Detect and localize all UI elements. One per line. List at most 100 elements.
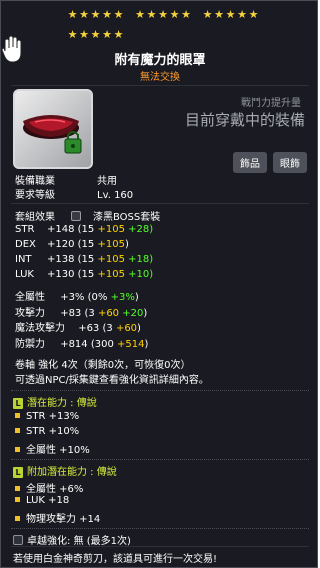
stat-name: 防禦力 [15, 339, 45, 350]
stat-flame-bonus: ) [124, 239, 129, 250]
stat-scroll-bonus: +60 [97, 308, 120, 319]
legendary-badge-icon: L [13, 467, 23, 478]
scissors-note: 若使用白金神奇剪刀，該道具可進行一次交易! [13, 554, 218, 565]
star-group: ★ ★ ★ ★ ★ [67, 29, 125, 43]
star-icon: ★ [146, 8, 157, 21]
upgrade-line: 卷軸 強化 4次（剩餘0次，可恢復0次） [15, 360, 191, 371]
trade-status: 無法交換 [140, 72, 180, 83]
divider [11, 85, 309, 86]
stat-base: (3 [84, 308, 98, 319]
additional-potential-line: 物理攻擊力 +14 [15, 510, 100, 525]
stat-flame-bonus: +20 [119, 308, 144, 319]
additional-potential-line-text: LUK +18 [26, 495, 70, 506]
star-row: ★ ★ ★ ★ ★ ★ ★ ★ ★ ★ ★ ★ ★ ★ ★ [67, 9, 267, 23]
bullet-icon [15, 428, 20, 433]
stat-close: ) [134, 292, 139, 303]
set-effect-row: 套組效果 漆黑BOSS套裝 [15, 208, 160, 223]
job-row: 裝備職業 共用 [15, 172, 117, 187]
potential-line: 全屬性 +10% [15, 441, 90, 456]
divider [11, 528, 309, 529]
star-icon: ★ [169, 8, 180, 21]
stat-total: +120 [47, 239, 75, 250]
item-tags: 飾品 眼飾 [233, 152, 307, 173]
additional-potential-line: LUK +18 [15, 495, 69, 506]
divider [11, 203, 309, 204]
bullet-icon [15, 413, 20, 418]
star-icon: ★ [225, 8, 236, 21]
stat-total: +3% [60, 292, 85, 303]
item-name: 附有魔力的眼罩 [114, 53, 206, 68]
combat-power-value: 目前穿戴中的裝備 [184, 111, 305, 129]
stat-base: (3 [102, 323, 116, 334]
stat-close: ) [137, 323, 141, 334]
tag-accessory: 飾品 [233, 152, 267, 173]
potential-line: STR +13% [15, 411, 79, 422]
item-icon-frame [13, 89, 93, 169]
stat-flame-bonus: +18) [124, 254, 154, 265]
stat-total: +130 [47, 269, 75, 280]
stat-close: ) [143, 308, 148, 319]
job-label: 裝備職業 [15, 176, 55, 187]
star-group: ★ ★ ★ ★ ★ [135, 9, 193, 23]
stat-base: (0% [87, 292, 111, 303]
star-icon: ★ [90, 8, 101, 21]
additional-potential-title: 附加潛在能力 : 傳說 [27, 467, 117, 478]
star-icon: ★ [67, 8, 78, 21]
stat2-row: 防禦力 +814 (300 +514) [15, 335, 148, 350]
stat-base: (15 [77, 269, 98, 280]
stat-name: STR [15, 224, 35, 235]
set-effect-label: 套組效果 [15, 212, 55, 223]
stat-row-int: INT +138 (15 +105 +18) [15, 254, 153, 265]
level-value: Lv. 160 [97, 190, 134, 201]
star-force-stars: ★ ★ ★ ★ ★ ★ ★ ★ ★ ★ ★ ★ ★ ★ ★ ★ ★ ★ ★ ★ [67, 9, 267, 43]
star-icon: ★ [90, 28, 101, 41]
stat-name: 攻擊力 [15, 308, 45, 319]
divider [11, 459, 309, 460]
additional-potential-line-text: 物理攻擊力 +14 [26, 514, 101, 525]
stat-total: +63 [78, 323, 100, 334]
star-row: ★ ★ ★ ★ ★ [67, 29, 267, 43]
stat-name: 全屬性 [15, 292, 45, 303]
star-icon: ★ [135, 8, 145, 21]
stat-row-str: STR +148 (15 +105 +28) [15, 224, 153, 235]
stat-scroll-bonus: +105 [97, 239, 125, 250]
star-icon: ★ [214, 8, 224, 21]
stat-name: INT [15, 254, 32, 265]
stat-row-dex: DEX +120 (15 +105) [15, 239, 129, 250]
star-icon: ★ [79, 28, 89, 41]
stat-scroll-bonus: +105 [97, 254, 125, 265]
stat-name: DEX [15, 239, 36, 250]
star-icon: ★ [113, 8, 124, 21]
star-icon: ★ [248, 8, 259, 21]
potential-header: L 潛在能力 : 傳說 [13, 394, 97, 409]
stat-scroll-bonus: +60 [115, 323, 138, 334]
legendary-badge-icon: L [13, 398, 23, 409]
stat-name: LUK [15, 269, 34, 280]
stat-base: (15 [77, 254, 98, 265]
star-group: ★ ★ ★ ★ ★ [67, 9, 125, 23]
stat-total: +148 [47, 224, 75, 235]
potential-title: 潛在能力 : 傳說 [27, 398, 97, 409]
star-icon: ★ [202, 8, 213, 21]
set-info-icon[interactable] [71, 211, 81, 221]
stat-total: +814 [60, 339, 88, 350]
star-icon: ★ [102, 28, 112, 41]
stat-scroll-bonus: +105 [97, 269, 125, 280]
stat-total: +83 [60, 308, 82, 319]
stat-total: +138 [47, 254, 75, 265]
stat-base: (15 [77, 224, 98, 235]
eye-patch-icon [23, 115, 82, 154]
stat-row-luk: LUK +130 (15 +105 +10) [15, 269, 153, 280]
stat-scroll-bonus: +105 [97, 224, 125, 235]
bullet-icon [15, 447, 20, 452]
star-group: ★ ★ ★ ★ ★ [202, 9, 260, 23]
potential-line-text: STR +10% [26, 426, 80, 437]
star-icon: ★ [237, 8, 247, 21]
star-icon: ★ [67, 28, 78, 41]
star-icon: ★ [158, 8, 168, 21]
level-label: 要求等級 [15, 190, 55, 201]
star-icon: ★ [102, 8, 112, 21]
stat-flame-bonus: +28) [124, 224, 154, 235]
stat2-row: 攻擊力 +83 (3 +60 +20) [15, 304, 147, 319]
star-icon: ★ [181, 8, 191, 21]
